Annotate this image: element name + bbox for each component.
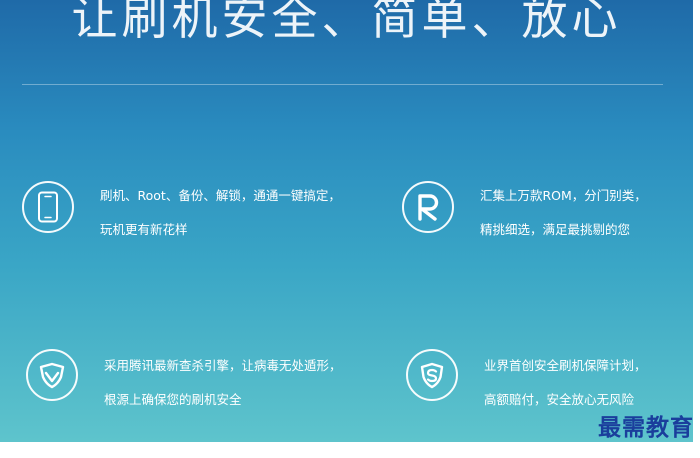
- watermark-logo: 最需教育: [598, 414, 694, 441]
- smartphone-icon: [22, 181, 74, 233]
- feature-description: 业界首创安全刷机保障计划， 高额赔付，安全放心无风险: [484, 349, 693, 417]
- feature-description: 刷机、Root、备份、解锁，通通一键搞定， 玩机更有新花样: [100, 179, 400, 247]
- feature-banner: 让刷机安全、简单、放心 刷机、Root、备份、解锁，通通一键搞定， 玩机更有新花…: [0, 0, 693, 442]
- feature-line: 精挑细选，满足最挑剔的您: [480, 222, 631, 237]
- shield-s-icon: [406, 349, 458, 401]
- banner-headline: 让刷机安全、简单、放心: [71, 0, 622, 45]
- feature-line: 根源上确保您的刷机安全: [104, 392, 242, 407]
- feature-description: 采用腾讯最新查杀引擎，让病毒无处遁形， 根源上确保您的刷机安全: [104, 349, 404, 417]
- feature-line: 刷机、Root、备份、解锁，通通一键搞定，: [100, 188, 341, 203]
- rom-r-icon: [402, 181, 454, 233]
- feature-line: 业界首创安全刷机保障计划，: [484, 358, 647, 373]
- feature-line: 汇集上万款ROM，分门别类，: [480, 188, 647, 203]
- divider: [22, 84, 663, 85]
- feature-description: 汇集上万款ROM，分门别类， 精挑细选，满足最挑剔的您: [480, 179, 693, 247]
- feature-line: 玩机更有新花样: [100, 222, 188, 237]
- shield-check-icon: [26, 349, 78, 401]
- feature-line: 采用腾讯最新查杀引擎，让病毒无处遁形，: [104, 358, 342, 373]
